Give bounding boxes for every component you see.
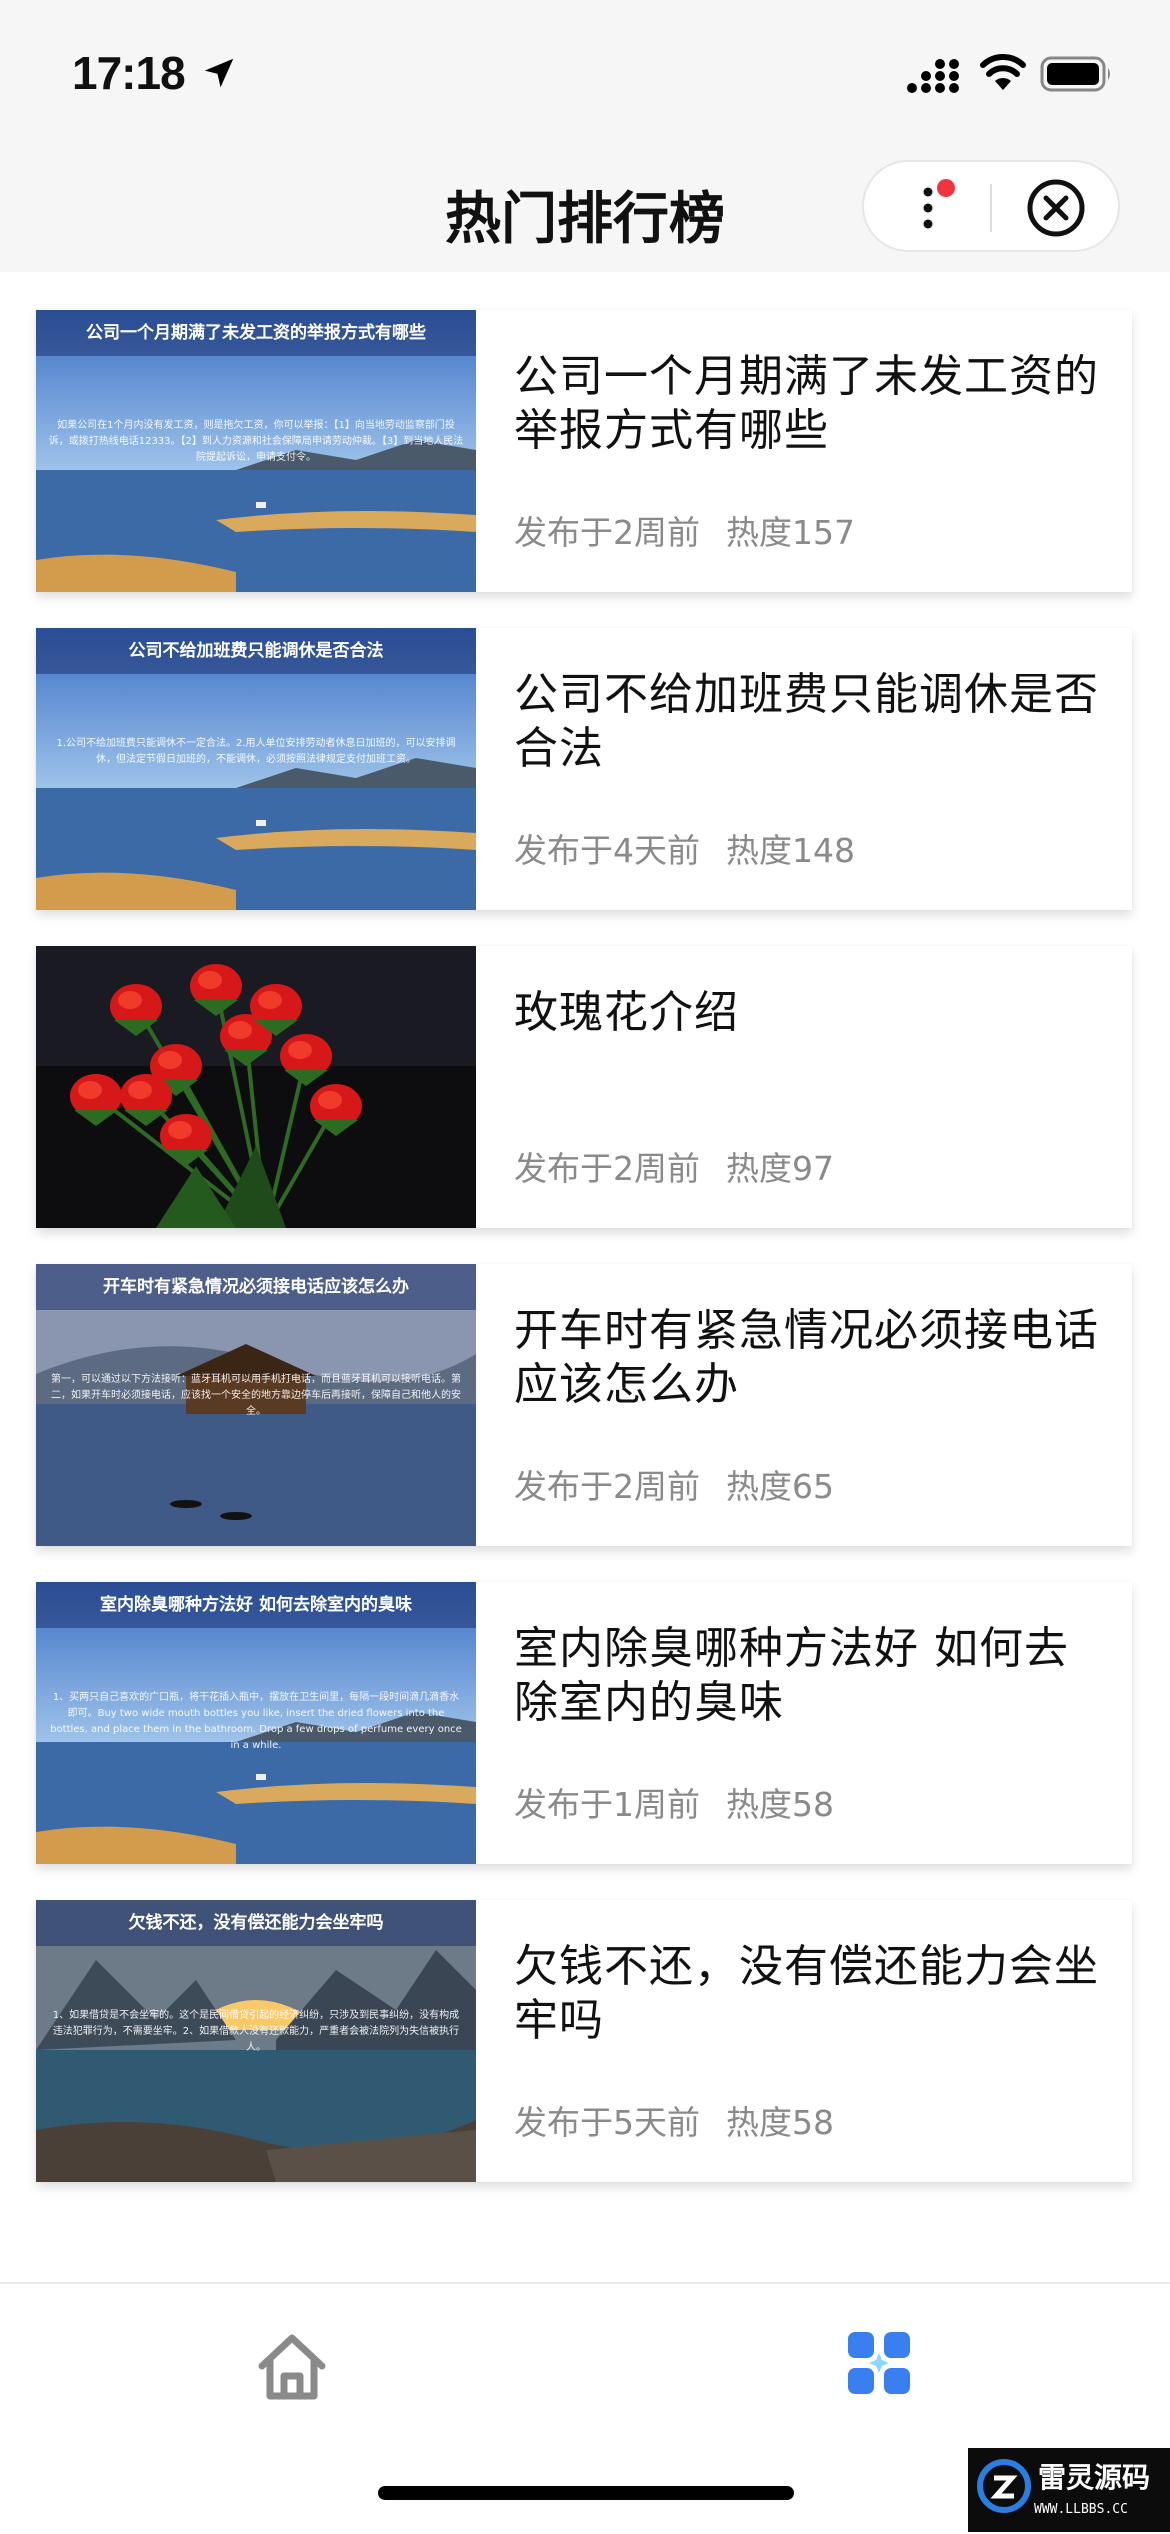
article-title: 开车时有紧急情况必须接电话应该怎么办 [514,1305,1099,1410]
article-thumbnail: 公司不给加班费只能调休是否合法 1.公司不给加班费只能调休不一定合法。2.用人单位… [36,628,476,910]
article-heat: 热度65 [726,1467,834,1506]
thumbnail-text: 1、买两只自己喜欢的广口瓶，将干花插入瓶中，摆放在卫生间里，每隔一段时间滴几滴香… [50,1692,462,1751]
article-publish-time: 发布于2周前 [514,513,700,552]
thumbnail-title: 欠钱不还，没有偿还能力会坐牢吗 [36,1900,476,1946]
watermark-logo-icon [977,2459,1031,2513]
article-publish-time: 发布于1周前 [514,1785,700,1824]
article-heat: 热度97 [726,1149,834,1188]
article-thumbnail [36,946,476,1228]
article-title: 玫瑰花介绍 [514,987,739,1038]
thumbnail-title: 公司一个月期满了未发工资的举报方式有哪些 [36,310,476,356]
article-heat: 热度157 [726,513,855,552]
article-publish-time: 发布于4天前 [514,831,700,870]
article-card[interactable]: 开车时有紧急情况必须接电话应该怎么办 第一，可以通过以下方法接听：蓝牙耳机可以用手… [36,1264,1132,1546]
article-thumbnail: 开车时有紧急情况必须接电话应该怎么办 第一，可以通过以下方法接听：蓝牙耳机可以用手… [36,1264,476,1546]
thumbnail-title: 公司不给加班费只能调休是否合法 [36,628,476,674]
article-card[interactable]: 公司不给加班费只能调休是否合法 1.公司不给加班费只能调休不一定合法。2.用人单位… [36,628,1132,910]
article-meta: 发布于4天前 热度148 [514,824,855,872]
article-meta: 发布于2周前 热度65 [514,1460,834,1508]
article-meta: 发布于1周前 热度58 [514,1778,834,1826]
article-card[interactable]: 玫瑰花介绍发布于2周前 热度97 [36,946,1132,1228]
thumbnail-text: 第一，可以通过以下方法接听：蓝牙耳机可以用手机打电话，而且蓝牙耳机可以接听电话。… [51,1374,461,1417]
thumbnail-title: 开车时有紧急情况必须接电话应该怎么办 [36,1264,476,1310]
menu-capsule [862,160,1120,252]
watermark-name: 雷灵源码 [1038,2461,1151,2494]
article-publish-time: 发布于2周前 [514,1149,700,1188]
article-thumbnail: 欠钱不还，没有偿还能力会坐牢吗 1、如果借贷是不会坐牢的。这个是民间借贷引起的经济… [36,1900,476,2182]
wifi-icon [980,54,1026,90]
location-arrow-icon [204,58,234,88]
home-icon[interactable] [254,2330,330,2406]
article-title: 室内除臭哪种方法好 如何去除室内的臭味 [514,1623,1069,1728]
article-thumbnail: 公司一个月期满了未发工资的举报方式有哪些 如果公司在1个月内没有发工资，则是拖欠工… [36,310,476,592]
article-meta: 发布于2周前 热度97 [514,1142,834,1190]
article-publish-time: 发布于5天前 [514,2103,700,2142]
thumbnail-text: 1、如果借贷是不会坐牢的。这个是民间借贷引起的经济纠纷，只涉及到民事纠纷，没有构… [52,2010,460,2053]
article-card[interactable]: 室内除臭哪种方法好 如何去除室内的臭味 1、买两只自己喜欢的广口瓶，将干花插入瓶中… [36,1582,1132,1864]
article-meta: 发布于2周前 热度157 [514,506,855,554]
status-time: 17:18 [72,47,186,99]
article-heat: 热度58 [726,1785,834,1824]
more-icon[interactable] [904,178,960,238]
article-list: 公司一个月期满了未发工资的举报方式有哪些 如果公司在1个月内没有发工资，则是拖欠工… [0,272,1170,2250]
apps-icon[interactable] [846,2330,912,2396]
thumbnail-text: 1.公司不给加班费只能调休不一定合法。2.用人单位安排劳动者休息日加班的，可以安… [56,738,456,765]
thumbnail-text: 如果公司在1个月内没有发工资，则是拖欠工资，你可以举报：【1】向当地劳动监察部门… [48,420,464,463]
article-thumbnail: 室内除臭哪种方法好 如何去除室内的臭味 1、买两只自己喜欢的广口瓶，将干花插入瓶中… [36,1582,476,1864]
cellular-signal-icon [907,59,959,93]
close-icon[interactable] [1024,176,1088,240]
status-bar: 17:18 [0,0,1170,140]
article-card[interactable]: 公司一个月期满了未发工资的举报方式有哪些 如果公司在1个月内没有发工资，则是拖欠工… [36,310,1132,592]
watermark-url: WWW.LLBBS.CC [1034,2502,1128,2517]
article-heat: 热度148 [726,831,855,870]
home-indicator [378,2486,794,2500]
article-title: 欠钱不还，没有偿还能力会坐牢吗 [514,1941,1099,2046]
article-card[interactable]: 欠钱不还，没有偿还能力会坐牢吗 1、如果借贷是不会坐牢的。这个是民间借贷引起的经济… [36,1900,1132,2182]
article-title: 公司一个月期满了未发工资的举报方式有哪些 [514,351,1099,456]
article-title: 公司不给加班费只能调休是否合法 [514,669,1099,774]
article-heat: 热度58 [726,2103,834,2142]
watermark: 雷灵源码 WWW.LLBBS.CC [968,2448,1170,2532]
article-meta: 发布于5天前 热度58 [514,2096,834,2144]
article-publish-time: 发布于2周前 [514,1467,700,1506]
battery-icon [1040,56,1110,92]
nav-bar: 热门排行榜 [0,140,1170,272]
thumbnail-title: 室内除臭哪种方法好 如何去除室内的臭味 [36,1582,476,1628]
capsule-divider [990,184,992,232]
